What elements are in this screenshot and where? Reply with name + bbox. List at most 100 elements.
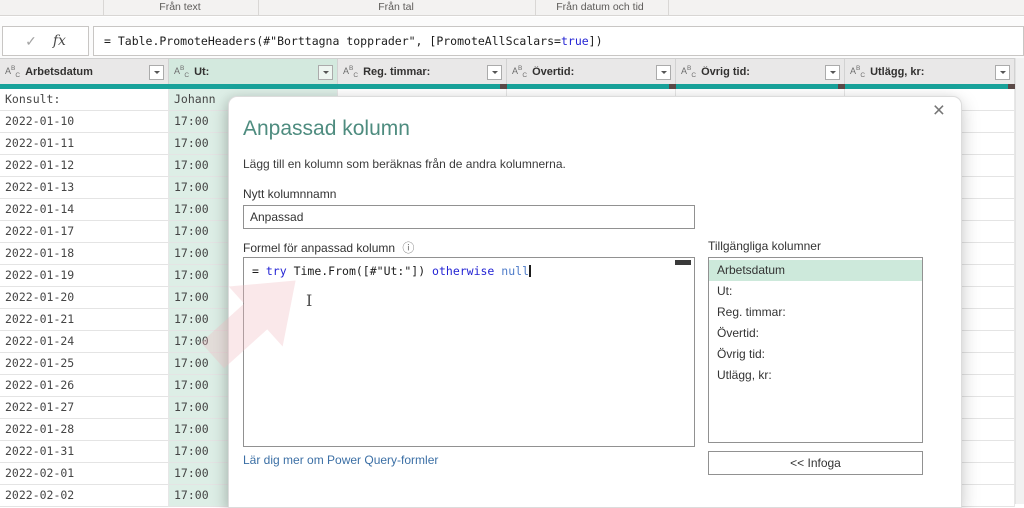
ribbon-group-from-text[interactable]: Från text	[120, 1, 240, 13]
custom-formula-label: Formel för anpassad kolumn	[243, 241, 395, 255]
chevron-down-icon	[661, 71, 667, 77]
text-type-icon: ABC	[681, 65, 696, 79]
ribbon-separator	[103, 0, 104, 15]
available-columns-label: Tillgängliga kolumner	[708, 239, 821, 253]
quality-bar-segment	[338, 84, 507, 89]
table-cell[interactable]: 2022-01-25	[0, 353, 169, 375]
formula-segment: Time.From([#"Ut:"])	[287, 264, 432, 278]
table-cell[interactable]: 2022-01-26	[0, 375, 169, 397]
quality-bar-segment	[845, 84, 1015, 89]
available-columns-list: ArbetsdatumUt:Reg. timmar:Övertid:Övrig …	[708, 257, 923, 443]
chevron-down-icon	[830, 71, 836, 77]
available-column-item[interactable]: Arbetsdatum	[709, 260, 922, 281]
table-cell[interactable]: 2022-01-31	[0, 441, 169, 463]
ribbon-separator	[258, 0, 259, 15]
formula-bar: ✓ fx = Table.PromoteHeaders(#"Borttagna …	[0, 17, 1024, 58]
column-header-row: ABCArbetsdatumABCUt:ABCReg. timmar:ABCÖv…	[0, 58, 1024, 84]
column-header[interactable]: ABC Ut:	[169, 59, 338, 85]
table-cell[interactable]: 2022-01-11	[0, 133, 169, 155]
text-type-icon: ABC	[343, 65, 358, 79]
chevron-down-icon	[154, 71, 160, 77]
custom-column-dialog: × Anpassad kolumn Lägg till en kolumn so…	[228, 96, 962, 508]
table-cell[interactable]: 2022-01-24	[0, 331, 169, 353]
table-cell[interactable]: 2022-01-21	[0, 309, 169, 331]
available-column-item[interactable]: Övertid:	[709, 323, 922, 344]
commit-check-icon[interactable]: ✓	[25, 33, 37, 50]
quality-bar-segment	[169, 84, 338, 89]
custom-formula-editor[interactable]: = try Time.From([#"Ut:"]) otherwise null	[243, 257, 695, 447]
table-cell[interactable]: 2022-01-19	[0, 265, 169, 287]
table-cell[interactable]: Konsult:	[0, 89, 169, 111]
chevron-down-icon	[1000, 71, 1006, 77]
new-column-name-input[interactable]	[243, 205, 695, 229]
empty-marker	[500, 84, 507, 89]
table-cell[interactable]: 2022-02-01	[0, 463, 169, 485]
formula-bar-input[interactable]: = Table.PromoteHeaders(#"Borttagna toppr…	[93, 26, 1024, 56]
chevron-down-icon	[323, 71, 329, 77]
filter-button[interactable]	[487, 65, 502, 80]
column-header[interactable]: ABCArbetsdatum	[0, 59, 169, 85]
column-header[interactable]: ABCÖvrig tid:	[676, 59, 845, 85]
table-cell[interactable]: 2022-01-14	[0, 199, 169, 221]
close-icon[interactable]: ×	[933, 99, 945, 123]
available-column-item[interactable]: Övrig tid:	[709, 344, 922, 365]
insert-column-button[interactable]: << Infoga	[708, 451, 923, 475]
column-header[interactable]: ABC Övertid:	[507, 59, 676, 85]
column-quality-bar	[0, 84, 1024, 89]
vertical-scrollbar[interactable]	[1015, 58, 1024, 504]
power-query-editor: { "ribbon": { "groups": [ { "label": "Fr…	[0, 0, 1024, 504]
filter-button[interactable]	[318, 65, 333, 80]
fx-icon[interactable]: fx	[53, 33, 66, 49]
learn-more-link[interactable]: Lär dig mer om Power Query-formler	[243, 453, 438, 467]
text-type-icon: ABC	[174, 65, 189, 79]
column-header[interactable]: ABC Reg. timmar:	[338, 59, 507, 85]
info-icon[interactable]: ⓘ	[402, 241, 414, 255]
new-column-name-label: Nytt kolumnnamn	[243, 187, 336, 201]
table-cell[interactable]: 2022-01-18	[0, 243, 169, 265]
formula-segment: true	[561, 34, 589, 48]
available-column-item[interactable]: Ut:	[709, 281, 922, 302]
custom-formula-text: = try Time.From([#"Ut:"]) otherwise null	[244, 258, 694, 284]
quality-bar-segment	[507, 84, 676, 89]
table-cell[interactable]: 2022-01-10	[0, 111, 169, 133]
available-column-item[interactable]: Reg. timmar:	[709, 302, 922, 323]
text-cursor-icon: I	[306, 291, 312, 310]
column-header-label: Övertid:	[532, 66, 574, 78]
filter-button[interactable]	[656, 65, 671, 80]
available-column-item[interactable]: Utlägg, kr:	[709, 365, 922, 386]
formula-segment: null	[501, 264, 529, 278]
ribbon-group-from-date-time[interactable]: Från datum och tid	[510, 1, 690, 13]
text-type-icon: ABC	[512, 65, 527, 79]
table-cell[interactable]: 2022-01-27	[0, 397, 169, 419]
dialog-subtitle: Lägg till en kolumn som beräknas från de…	[243, 157, 566, 171]
dialog-title: Anpassad kolumn	[243, 117, 410, 141]
table-cell[interactable]: 2022-01-17	[0, 221, 169, 243]
text-type-icon: ABC	[5, 65, 20, 79]
text-caret	[529, 265, 531, 277]
column-header[interactable]: ABC Utlägg, kr:	[845, 59, 1015, 85]
formula-label-row: Formel för anpassad kolumn ⓘ	[243, 239, 414, 256]
text-type-icon: ABC	[850, 65, 865, 79]
ribbon-group-labels: Från text Från tal Från datum och tid	[0, 0, 1024, 16]
table-cell[interactable]: 2022-01-12	[0, 155, 169, 177]
filter-button[interactable]	[825, 65, 840, 80]
filter-button[interactable]	[149, 65, 164, 80]
formula-bar-buttons: ✓ fx	[2, 26, 89, 56]
formula-segment: = Table.PromoteHeaders(#"Borttagna toppr…	[104, 34, 561, 48]
empty-marker	[838, 84, 845, 89]
formula-segment: ])	[589, 34, 603, 48]
formula-segment: otherwise	[432, 264, 494, 278]
filter-button[interactable]	[995, 65, 1010, 80]
column-header-label: Ut:	[194, 66, 209, 78]
quality-bar-segment	[676, 84, 845, 89]
quality-bar-segment	[0, 84, 169, 89]
ribbon-group-from-number[interactable]: Från tal	[336, 1, 456, 13]
formula-scrollbar-thumb[interactable]	[675, 260, 691, 265]
table-cell[interactable]: 2022-01-13	[0, 177, 169, 199]
empty-marker	[1008, 84, 1015, 89]
table-cell[interactable]: 2022-01-20	[0, 287, 169, 309]
column-header-label: Utlägg, kr:	[870, 66, 924, 78]
column-header-label: Reg. timmar:	[363, 66, 430, 78]
formula-segment: =	[252, 264, 266, 278]
table-cell[interactable]: 2022-01-28	[0, 419, 169, 441]
